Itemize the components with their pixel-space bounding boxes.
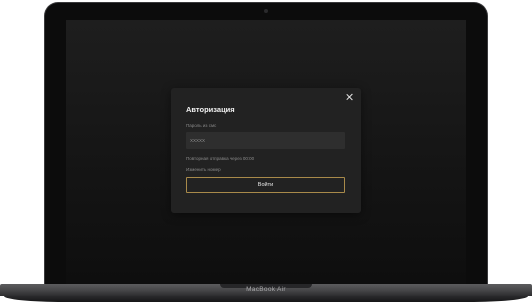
login-button[interactable]: Войти: [186, 177, 345, 193]
resend-timer-text: Повторная отправка через 00:00: [186, 156, 255, 161]
laptop-mockup: Авторизация Пароль из смс Повторная отпр…: [0, 0, 532, 307]
camera-icon: [264, 9, 268, 13]
close-icon[interactable]: [345, 93, 355, 103]
change-number-link[interactable]: Изменить номер: [186, 167, 221, 172]
laptop-base-bottom: [4, 296, 528, 302]
sms-code-label: Пароль из смс: [186, 123, 217, 128]
sms-code-field[interactable]: [186, 132, 345, 149]
auth-modal: Авторизация Пароль из смс Повторная отпр…: [171, 88, 361, 213]
sms-code-input[interactable]: [190, 138, 345, 143]
brand-label: MacBook Air: [246, 286, 286, 293]
modal-title: Авторизация: [186, 105, 235, 114]
